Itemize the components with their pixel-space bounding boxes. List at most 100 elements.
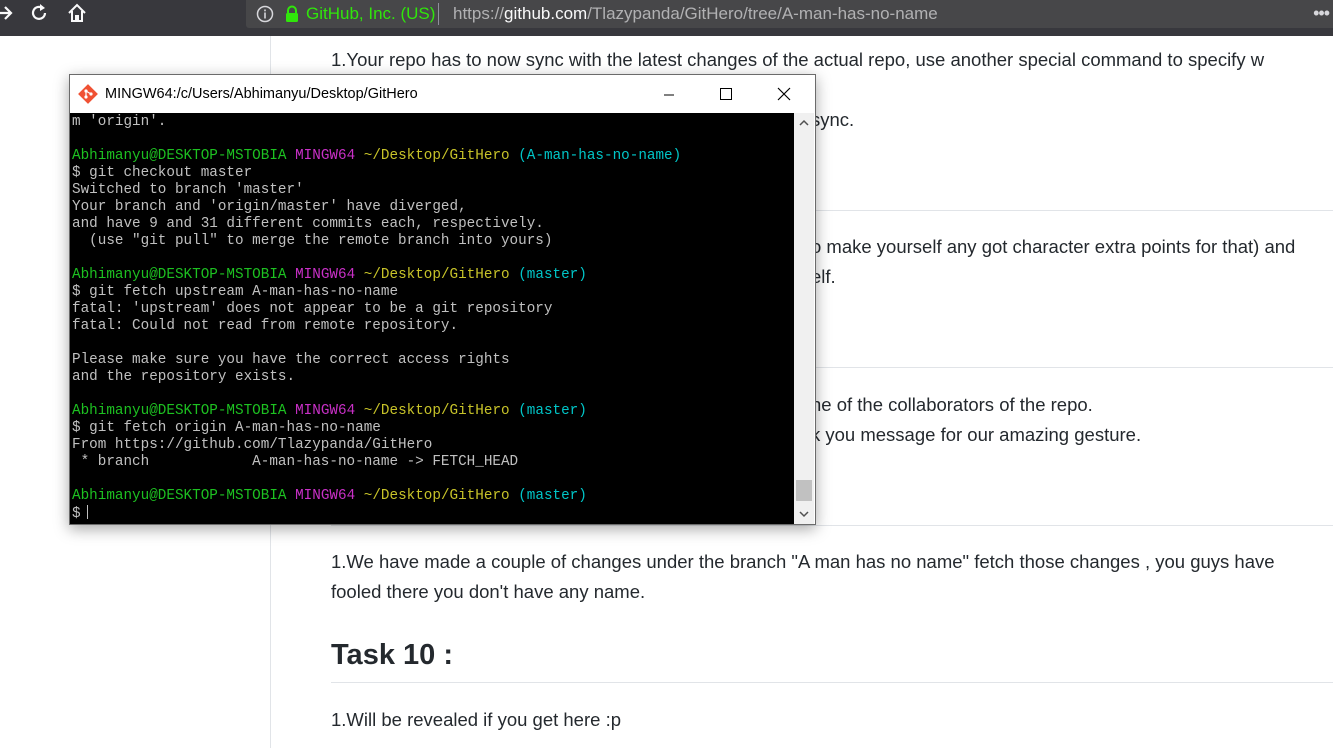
paragraph: 1.Will be revealed if you get here :p [331, 709, 621, 730]
terminal-text: and have 9 and 31 different commits each… [72, 216, 544, 232]
git-icon [78, 84, 98, 104]
terminal-line: Your branch and 'origin/master' have div… [72, 199, 681, 216]
close-icon [777, 87, 791, 101]
text-cursor [86, 505, 88, 519]
terminal-line: and the repository exists. [72, 369, 681, 386]
terminal-text: Please make sure you have the correct ac… [72, 352, 510, 368]
minimize-icon [664, 94, 674, 96]
url-text[interactable]: https://github.com/Tlazypanda/GitHero/tr… [453, 4, 938, 24]
terminal-text: MINGW64 [295, 267, 356, 283]
terminal-text: MINGW64 [295, 148, 356, 164]
terminal-title: MINGW64:/c/Users/Abhimanyu/Desktop/GitHe… [105, 86, 418, 102]
terminal-line: Abhimanyu@DESKTOP-MSTOBIA MINGW64 ~/Desk… [72, 267, 681, 284]
terminal-line: $ git fetch upstream A-man-has-no-name [72, 284, 681, 301]
home-button[interactable] [66, 2, 94, 30]
close-button[interactable] [755, 75, 813, 113]
terminal-line: Abhimanyu@DESKTOP-MSTOBIA MINGW64 ~/Desk… [72, 148, 681, 165]
terminal-line: $ git fetch origin A-man-has-no-name [72, 420, 681, 437]
terminal-text: fatal: Could not read from remote reposi… [72, 318, 459, 334]
url-prefix: https:// [453, 4, 505, 23]
scroll-up-button[interactable] [794, 113, 814, 133]
terminal-line: $ git checkout master [72, 165, 681, 182]
url-bar[interactable]: GitHub, Inc. (US) https://github.com/Tla… [246, 0, 1333, 28]
terminal-text: $ [72, 506, 81, 522]
info-icon[interactable] [256, 5, 274, 23]
terminal-line: fatal: 'upstream' does not appear to be … [72, 301, 681, 318]
terminal-text: ~/Desktop/GitHero [363, 488, 510, 504]
terminal-text: Abhimanyu@DESKTOP-MSTOBIA [72, 267, 287, 283]
terminal-scrollbar[interactable] [794, 113, 814, 524]
terminal-text: Abhimanyu@DESKTOP-MSTOBIA [72, 403, 287, 419]
browser-toolbar: GitHub, Inc. (US) https://github.com/Tla… [0, 0, 1333, 36]
terminal-text: Your branch and 'origin/master' have div… [72, 199, 467, 215]
terminal-text: (master) [518, 403, 587, 419]
url-domain: github.com [504, 4, 588, 23]
terminal-line: and have 9 and 31 different commits each… [72, 216, 681, 233]
terminal-line: * branch A-man-has-no-name -> FETCH_HEAD [72, 454, 681, 471]
reload-icon [31, 4, 47, 20]
paragraph: 1.Your repo has to now sync with the lat… [331, 49, 1265, 70]
terminal-lines: m 'origin'. Abhimanyu@DESKTOP-MSTOBIA MIN… [72, 114, 681, 522]
chevron-up-icon [799, 119, 809, 126]
terminal-text: Abhimanyu@DESKTOP-MSTOBIA [72, 488, 287, 504]
terminal-text: ~/Desktop/GitHero [363, 267, 510, 283]
terminal-text: m 'origin'. [72, 114, 167, 130]
terminal-line: $ [72, 505, 681, 522]
terminal-line: Abhimanyu@DESKTOP-MSTOBIA MINGW64 ~/Desk… [72, 488, 681, 505]
terminal-line: (use "git pull" to merge the remote bran… [72, 233, 681, 250]
paragraph: sync. [811, 109, 855, 130]
maximize-button[interactable] [697, 75, 755, 113]
terminal-titlebar[interactable]: MINGW64:/c/Users/Abhimanyu/Desktop/GitHe… [70, 75, 815, 113]
paragraph: k you message for our amazing gesture. [811, 424, 1142, 445]
forward-button[interactable] [0, 2, 22, 30]
paragraph: fooled there you don't have any name. [331, 581, 646, 602]
terminal-text: * branch A-man-has-no-name -> FETCH_HEAD [72, 454, 519, 470]
terminal-line: From https://github.com/Tlazypanda/GitHe… [72, 437, 681, 454]
terminal-text: $ git fetch origin A-man-has-no-name [72, 420, 381, 436]
terminal-line: Abhimanyu@DESKTOP-MSTOBIA MINGW64 ~/Desk… [72, 403, 681, 420]
site-identity-label[interactable]: GitHub, Inc. (US) [306, 4, 435, 24]
task-10-heading: Task 10 : [331, 639, 453, 671]
terminal-line: Please make sure you have the correct ac… [72, 352, 681, 369]
maximize-icon [720, 88, 732, 100]
terminal-output[interactable]: m 'origin'. Abhimanyu@DESKTOP-MSTOBIA MIN… [70, 113, 794, 524]
heading-underline [331, 682, 1333, 683]
terminal-text: ~/Desktop/GitHero [363, 403, 510, 419]
terminal-text: (master) [518, 488, 587, 504]
lock-icon[interactable] [284, 5, 300, 23]
scroll-down-button[interactable] [794, 504, 814, 524]
url-separator [438, 3, 439, 25]
terminal-text: (use "git pull" to merge the remote bran… [72, 233, 553, 249]
terminal-text: From https://github.com/Tlazypanda/GitHe… [72, 437, 433, 453]
terminal-line: fatal: Could not read from remote reposi… [72, 318, 681, 335]
terminal-text: MINGW64 [295, 488, 356, 504]
url-path: /Tlazypanda/GitHero/tree/A-man-has-no-na… [587, 4, 938, 23]
terminal-text: MINGW64 [295, 403, 356, 419]
chevron-down-icon [799, 511, 809, 518]
terminal-line: m 'origin'. [72, 114, 681, 131]
paragraph: 1.We have made a couple of changes under… [331, 551, 1275, 572]
scroll-thumb[interactable] [796, 480, 812, 501]
terminal-text: ~/Desktop/GitHero [363, 148, 510, 164]
reload-button[interactable] [28, 2, 56, 30]
ellipsis-icon[interactable]: ••• [1313, 3, 1330, 24]
terminal-window[interactable]: MINGW64:/c/Users/Abhimanyu/Desktop/GitHe… [69, 74, 816, 525]
terminal-text: $ git fetch upstream A-man-has-no-name [72, 284, 399, 300]
terminal-text: Abhimanyu@DESKTOP-MSTOBIA [72, 148, 287, 164]
minimize-button[interactable] [640, 75, 698, 113]
